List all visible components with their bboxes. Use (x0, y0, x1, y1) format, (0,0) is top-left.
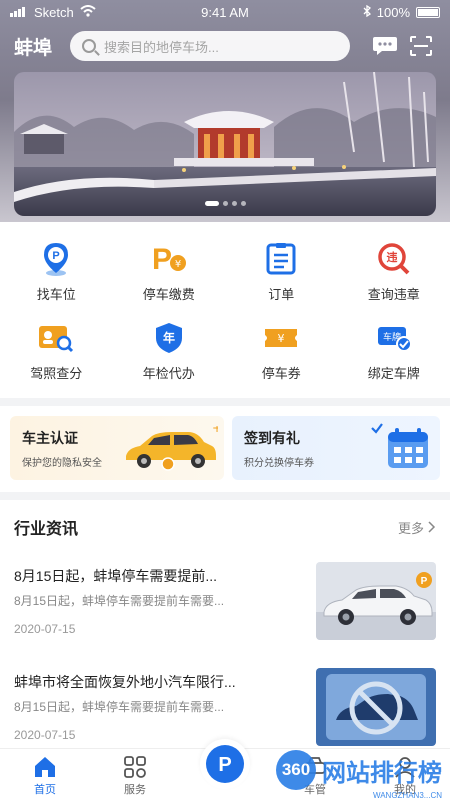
banner-dot-active[interactable] (204, 201, 219, 206)
news-section-title: 行业资讯 (14, 521, 79, 538)
news-date: 2020-07-15 (14, 622, 76, 636)
news-thumbnail (316, 668, 436, 746)
tab-home[interactable]: 首页 (15, 755, 75, 797)
svg-text:违: 违 (386, 250, 397, 264)
news-header: 行业资讯 更多 (14, 516, 436, 538)
service-bind-plate[interactable]: 车牌 绑定车牌 (338, 319, 450, 382)
svg-text:P: P (421, 576, 428, 587)
news-description: 8月15日起，蚌埠停车需要提前车需要... (14, 594, 225, 608)
service-parking-coupon[interactable]: ¥ 停车券 (225, 319, 338, 382)
svg-text:+: + (212, 426, 218, 435)
banner-image (14, 72, 436, 216)
check-in-card[interactable]: 签到有礼 积分兑换停车券 (232, 416, 440, 480)
scan-button[interactable] (406, 31, 436, 61)
chevron-right-icon (428, 521, 436, 533)
svg-text:¥: ¥ (175, 259, 181, 270)
car-icon: + (126, 426, 218, 471)
chat-bubble-icon (373, 37, 397, 55)
grid-icon (124, 756, 146, 778)
banner-dot[interactable] (222, 201, 228, 206)
news-date: 2020-07-15 (14, 728, 76, 742)
more-label: 更多 (397, 520, 424, 536)
service-label: 停车券 (261, 366, 301, 381)
service-label: 停车缴费 (142, 287, 195, 302)
news-description: 8月15日起，蚌埠停车需要提前车需要... (14, 700, 225, 714)
wifi-icon (80, 4, 96, 20)
parking-coupon-icon: ¥ (261, 319, 301, 357)
status-bar: Sketch 9:41 AM 100% (0, 0, 450, 24)
annual-inspection-icon: 年 (149, 319, 189, 357)
svg-text:P: P (218, 754, 231, 776)
parking-pay-icon: P ¥ (149, 240, 189, 278)
service-label: 驾照查分 (30, 366, 83, 381)
news-headline: 蚌埠市将全面恢复外地小汽车限行... (14, 674, 236, 690)
bind-plate-icon: 车牌 (374, 319, 414, 357)
service-label: 绑定车牌 (367, 366, 420, 381)
search-placeholder: 搜索目的地停车场... (104, 39, 219, 55)
order-list-icon (261, 240, 301, 278)
service-annual-inspection[interactable]: 年 年检代办 (113, 319, 226, 382)
svg-text:P: P (53, 250, 60, 262)
search-input[interactable]: 搜索目的地停车场... (70, 31, 350, 61)
news-headline: 8月15日起，蚌埠停车需要提前... (14, 568, 218, 584)
search-icon (82, 39, 96, 53)
watermark: 360 网站排行榜 WANGZHAN3...CN (276, 750, 442, 800)
parking-pin-icon: P (36, 240, 76, 278)
news-item[interactable]: 蚌埠市将全面恢复外地小汽车限行... 8月15日起，蚌埠停车需要提前车需要...… (14, 668, 436, 748)
news-more-link[interactable]: 更多 (398, 518, 436, 537)
watermark-logo: 360 (276, 750, 316, 790)
service-parking-pay[interactable]: P ¥ 停车缴费 (113, 240, 226, 303)
violation-search-icon: 违 (374, 240, 414, 278)
bluetooth-icon (363, 4, 371, 20)
news-thumbnail: P (316, 562, 436, 640)
service-find-parking[interactable]: P 找车位 (0, 240, 113, 303)
signal-icon (10, 5, 28, 20)
news-item[interactable]: 8月15日起，蚌埠停车需要提前... 8月15日起，蚌埠停车需要提前车需要...… (14, 562, 436, 642)
banner-dot[interactable] (231, 201, 237, 206)
service-orders[interactable]: 订单 (225, 240, 338, 303)
carrier-label: Sketch (34, 4, 74, 20)
clock: 9:41 AM (201, 4, 249, 20)
top-nav: 蚌埠 搜索目的地停车场... (0, 30, 450, 62)
owner-verification-card[interactable]: 车主认证 保护您的隐私安全 + (10, 416, 224, 480)
promo-section: 车主认证 保护您的隐私安全 + 签到有礼 积分兑换停车券 (0, 406, 450, 492)
battery-icon (416, 6, 440, 18)
battery-percent: 100% (376, 4, 410, 20)
service-license-score[interactable]: 驾照查分 (0, 319, 113, 382)
banner-carousel[interactable] (14, 72, 436, 216)
message-button[interactable] (370, 31, 400, 61)
tab-label: 服务 (124, 784, 146, 796)
service-label: 找车位 (36, 287, 76, 302)
parking-fab-button[interactable]: P (200, 739, 250, 789)
banner-pagination (14, 201, 436, 206)
tab-label: 首页 (34, 784, 56, 796)
tab-services[interactable]: 服务 (105, 755, 165, 797)
license-score-icon (36, 319, 76, 357)
industry-news: 行业资讯 更多 8月15日起，蚌埠停车需要提前... 8月15日起，蚌埠停车需要… (0, 500, 450, 750)
watermark-text: 网站排行榜 (322, 759, 442, 787)
service-label: 年检代办 (142, 366, 195, 381)
svg-text:年: 年 (163, 330, 175, 345)
svg-text:P: P (152, 243, 172, 275)
watermark-sub: WANGZHAN3...CN (372, 791, 442, 800)
service-label: 订单 (268, 287, 295, 302)
service-label: 查询违章 (367, 287, 420, 302)
home-icon (35, 757, 55, 777)
banner-dot[interactable] (240, 201, 246, 206)
city-selector[interactable]: 蚌埠 (14, 33, 70, 60)
service-violation-query[interactable]: 违 查询违章 (338, 240, 450, 303)
parking-icon: P (206, 745, 244, 783)
svg-text:¥: ¥ (278, 332, 285, 345)
service-grid: P 找车位 P ¥ 停车缴费 订单 违 查询违章 驾照查分 年 年检代办 ¥ 停… (0, 222, 450, 398)
scan-icon (410, 36, 432, 56)
calendar-icon (371, 423, 428, 468)
